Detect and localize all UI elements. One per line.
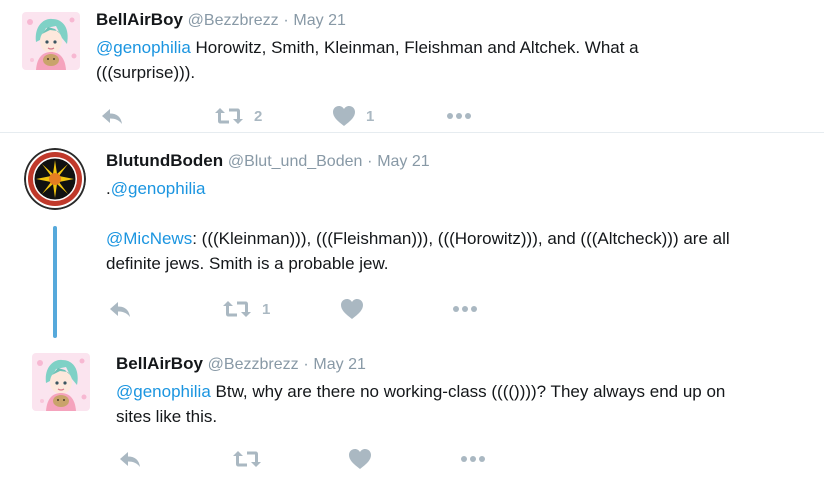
action-bar xyxy=(118,446,518,472)
retweet-button[interactable]: 1 xyxy=(222,296,270,322)
avatar[interactable] xyxy=(24,148,86,210)
tweet-text-line-1: @genophilia Horowitz, Smith, Kleinman, F… xyxy=(96,35,639,60)
display-name[interactable]: BlutundBoden xyxy=(106,151,223,170)
more-icon xyxy=(460,455,486,463)
text-segment: : (((Kleinman))), (((Fleishman))), (((Ho… xyxy=(192,229,730,248)
handle[interactable]: @Bezzbrezz xyxy=(188,12,279,29)
tweet-3[interactable]: BellAirBoy @Bezzbrezz · May 21 @genophil… xyxy=(0,341,824,481)
display-name[interactable]: BellAirBoy xyxy=(116,354,203,373)
timestamp[interactable]: May 21 xyxy=(313,356,365,373)
mention-link[interactable]: @genophilia xyxy=(96,38,191,57)
like-button[interactable] xyxy=(340,296,364,322)
tweet-header: BlutundBoden @Blut_und_Boden · May 21 xyxy=(106,151,430,172)
retweet-icon xyxy=(232,449,262,469)
thread-connector xyxy=(53,226,57,338)
reply-button[interactable] xyxy=(100,103,124,129)
tweet-text-line-2: (((surprise))). xyxy=(96,63,196,82)
retweet-count: 1 xyxy=(262,300,271,318)
avatar-anime-icon xyxy=(32,353,90,411)
tweet-text: @genophilia Horowitz, Smith, Kleinman, F… xyxy=(96,35,639,85)
tweet-text-line-2: sites like this. xyxy=(116,407,218,426)
timestamp[interactable]: May 21 xyxy=(293,12,345,29)
tweet-text-line-1: @genophilia Btw, why are there no workin… xyxy=(116,379,725,404)
like-count: 1 xyxy=(366,107,375,125)
tweet-text-line-3: definite jews. Smith is a probable jew. xyxy=(106,254,389,273)
retweet-icon xyxy=(222,299,252,319)
retweet-icon xyxy=(214,106,244,126)
handle[interactable]: @Bezzbrezz xyxy=(208,356,299,373)
tweet-text-line-2: @MicNews: (((Kleinman))), (((Fleishman))… xyxy=(106,226,730,251)
like-icon xyxy=(332,105,356,127)
like-icon xyxy=(348,448,372,470)
mention-link[interactable]: @MicNews xyxy=(106,229,192,248)
separator: · xyxy=(283,12,289,29)
text-segment: Btw, why are there no working-class ((((… xyxy=(210,382,726,401)
avatar[interactable] xyxy=(22,12,80,70)
reply-icon xyxy=(100,106,124,126)
like-icon xyxy=(340,298,364,320)
more-button[interactable] xyxy=(452,296,478,322)
like-button[interactable] xyxy=(348,446,372,472)
more-icon xyxy=(452,305,478,313)
more-button[interactable] xyxy=(446,103,472,129)
tweet-text-line-1: .@genophilia xyxy=(106,176,730,201)
mention-link[interactable]: @genophilia xyxy=(111,179,206,198)
tweet-text: @genophilia Btw, why are there no workin… xyxy=(116,379,725,429)
avatar-anime-icon xyxy=(22,12,80,70)
separator: · xyxy=(303,356,309,373)
tweet-text: .@genophilia @MicNews: (((Kleinman))), (… xyxy=(106,176,730,276)
reply-button[interactable] xyxy=(108,296,132,322)
handle[interactable]: @Blut_und_Boden xyxy=(228,153,363,170)
avatar-sun-emblem-icon xyxy=(24,148,86,210)
avatar[interactable] xyxy=(32,353,90,411)
separator: · xyxy=(367,153,373,170)
mention-link[interactable]: @genophilia xyxy=(116,382,211,401)
display-name[interactable]: BellAirBoy xyxy=(96,10,183,29)
more-button[interactable] xyxy=(460,446,486,472)
tweet-header: BellAirBoy @Bezzbrezz · May 21 xyxy=(96,10,346,31)
action-bar: 2 1 xyxy=(100,103,500,129)
tweet-header: BellAirBoy @Bezzbrezz · May 21 xyxy=(116,354,366,375)
reply-button[interactable] xyxy=(118,446,142,472)
retweet-button[interactable] xyxy=(232,446,262,472)
timestamp[interactable]: May 21 xyxy=(377,153,429,170)
retweet-count: 2 xyxy=(254,107,263,125)
retweet-button[interactable]: 2 xyxy=(214,103,262,129)
tweet-2[interactable]: BlutundBoden @Blut_und_Boden · May 21 .@… xyxy=(0,133,824,341)
reply-icon xyxy=(108,299,132,319)
more-icon xyxy=(446,112,472,120)
reply-icon xyxy=(118,449,142,469)
action-bar: 1 xyxy=(108,296,508,322)
tweet-1[interactable]: BellAirBoy @Bezzbrezz · May 21 @genophil… xyxy=(0,0,824,132)
like-button[interactable]: 1 xyxy=(332,103,374,129)
text-segment: Horowitz, Smith, Kleinman, Fleishman and… xyxy=(190,38,639,57)
